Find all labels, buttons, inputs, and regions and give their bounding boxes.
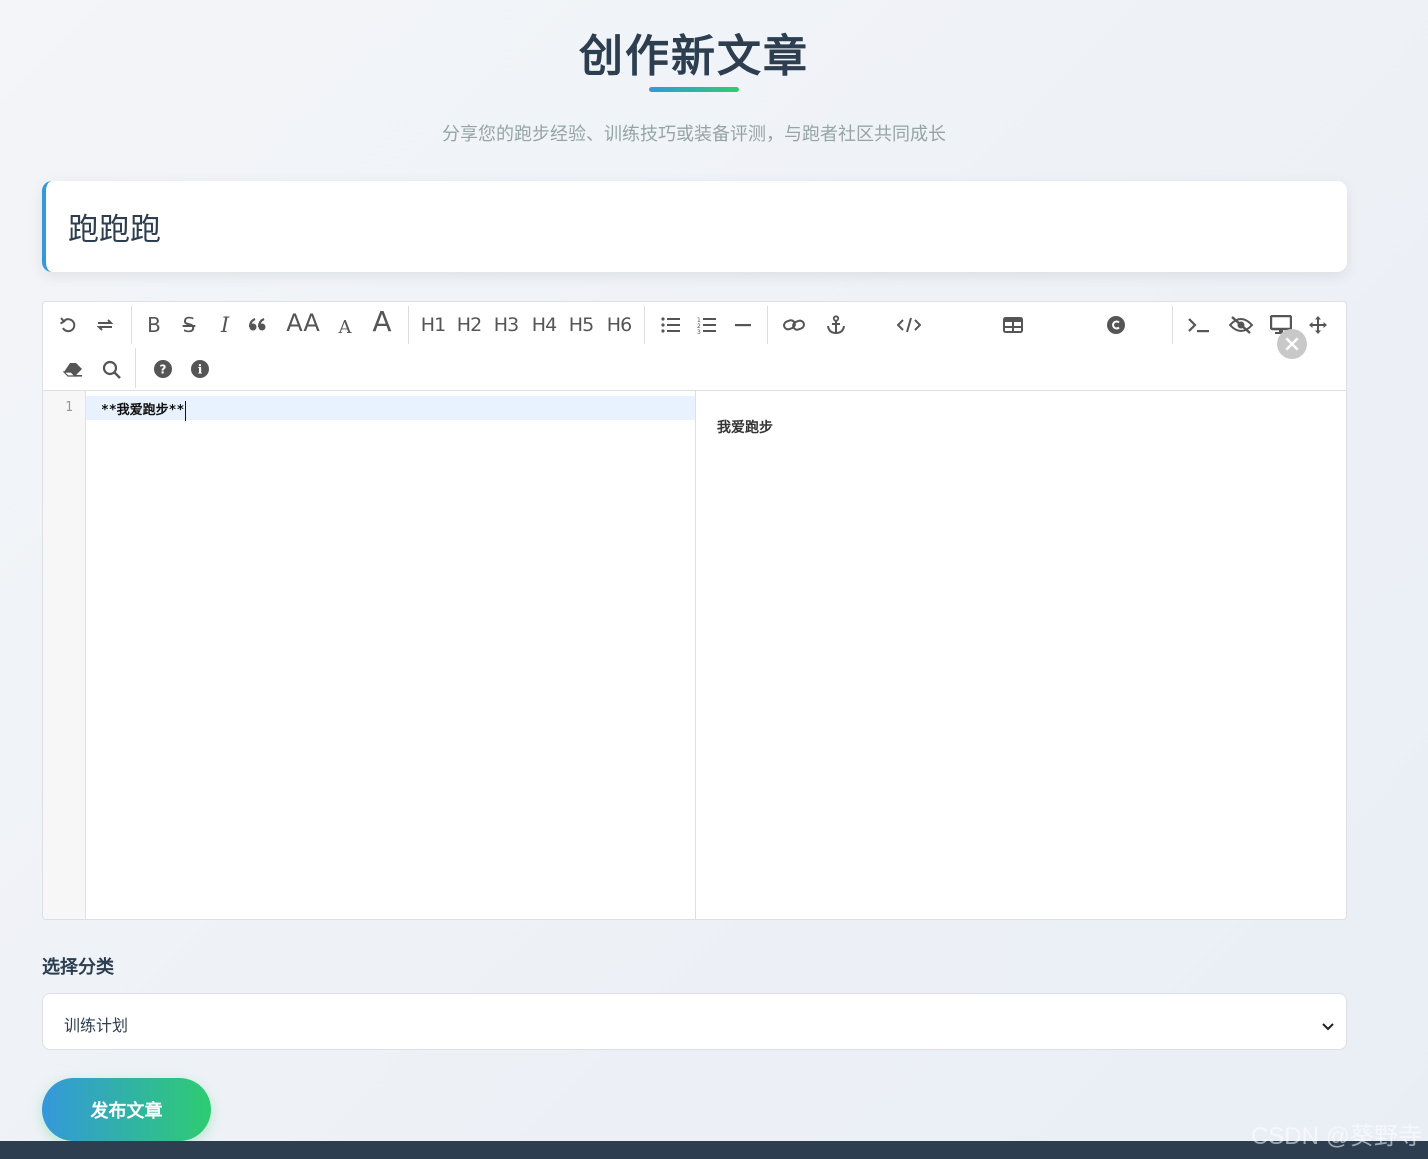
h3-icon[interactable]: H3 — [491, 308, 521, 342]
bold-icon[interactable]: B — [142, 308, 166, 342]
code-icon[interactable] — [895, 308, 923, 342]
h2-icon[interactable]: H2 — [454, 308, 484, 342]
toolbar-separator — [135, 348, 136, 388]
move-arrows-icon[interactable] — [1305, 308, 1331, 342]
article-title-input[interactable] — [68, 181, 1318, 272]
watermark-text: CSDN @葵野寺 — [1250, 1123, 1422, 1150]
line-number-gutter: 1 — [43, 391, 86, 919]
help-icon[interactable]: ? — [150, 352, 176, 386]
toolbar-separator — [408, 306, 409, 344]
uppercase-label: AA — [286, 309, 320, 337]
code-line[interactable]: **我爱跑步** — [101, 399, 187, 421]
horizontal-rule-icon[interactable] — [730, 308, 756, 342]
editor-toolbar: B S I AA A A H1 H2 H3 H4 H5 H6 123 ? i — [43, 302, 1346, 391]
eye-slash-icon[interactable] — [1227, 308, 1255, 342]
category-label: 选择分类 — [42, 957, 114, 978]
publish-button[interactable]: 发布文章 — [42, 1078, 211, 1141]
ordered-list-icon[interactable]: 123 — [694, 308, 720, 342]
toolbar-separator — [644, 306, 645, 344]
page-subtitle: 分享您的跑步经验、训练技巧或装备评测，与跑者社区共同成长 — [442, 124, 946, 145]
article-title-card — [42, 181, 1347, 272]
h6-icon[interactable]: H6 — [604, 308, 634, 342]
copyright-icon[interactable] — [1103, 308, 1129, 342]
markdown-editor: B S I AA A A H1 H2 H3 H4 H5 H6 123 ? i 1… — [42, 301, 1347, 920]
toolbar-separator — [131, 306, 132, 344]
markdown-input-area[interactable]: **我爱跑步** — [86, 391, 695, 919]
category-select[interactable]: 训练计划 — [42, 993, 1347, 1050]
toolbar-separator — [1172, 306, 1173, 344]
table-icon[interactable] — [1000, 308, 1026, 342]
eraser-icon[interactable] — [60, 352, 86, 386]
category-selected-value: 训练计划 — [64, 1016, 129, 1035]
h6-label: H6 — [606, 314, 632, 336]
h2-label: H2 — [456, 314, 482, 336]
line-number: 1 — [65, 400, 73, 415]
h5-icon[interactable]: H5 — [566, 308, 596, 342]
h4-label: H4 — [531, 314, 557, 336]
info-icon[interactable]: i — [187, 352, 213, 386]
close-icon[interactable] — [1277, 329, 1307, 359]
h1-label: H1 — [420, 314, 446, 336]
strikethrough-icon[interactable]: S — [177, 308, 201, 342]
chevron-down-icon — [1322, 1016, 1334, 1035]
lowercase-icon[interactable]: A — [333, 310, 357, 344]
preview-bold-text: 我爱跑步 — [717, 420, 773, 436]
svg-text:3: 3 — [697, 329, 701, 334]
footer-bar — [0, 1141, 1428, 1159]
font-size-label: A — [372, 304, 392, 338]
lowercase-label: A — [338, 316, 352, 338]
toolbar-separator — [767, 306, 768, 344]
strikethrough-label: S — [182, 313, 196, 337]
italic-label: I — [220, 313, 230, 337]
h3-label: H3 — [493, 314, 519, 336]
link-icon[interactable] — [781, 308, 807, 342]
page-title: 创作新文章 — [579, 31, 809, 82]
italic-icon[interactable]: I — [213, 308, 237, 342]
anchor-icon[interactable] — [823, 308, 849, 342]
text-cursor — [185, 400, 187, 421]
unordered-list-icon[interactable] — [658, 308, 684, 342]
editor-preview-divider — [695, 391, 696, 919]
h1-icon[interactable]: H1 — [418, 308, 448, 342]
code-line-text: **我爱跑步** — [101, 403, 185, 418]
font-size-icon[interactable]: A — [368, 304, 396, 338]
bold-label: B — [147, 313, 161, 337]
h4-icon[interactable]: H4 — [529, 308, 559, 342]
search-icon[interactable] — [98, 352, 124, 386]
redo-icon[interactable] — [92, 308, 118, 342]
svg-text:i: i — [198, 363, 203, 377]
title-underline — [649, 87, 739, 92]
undo-icon[interactable] — [55, 308, 81, 342]
uppercase-icon[interactable]: AA — [282, 306, 324, 340]
svg-text:?: ? — [160, 363, 167, 377]
h5-label: H5 — [568, 314, 594, 336]
quote-icon[interactable] — [246, 308, 270, 342]
terminal-icon[interactable] — [1185, 308, 1213, 342]
